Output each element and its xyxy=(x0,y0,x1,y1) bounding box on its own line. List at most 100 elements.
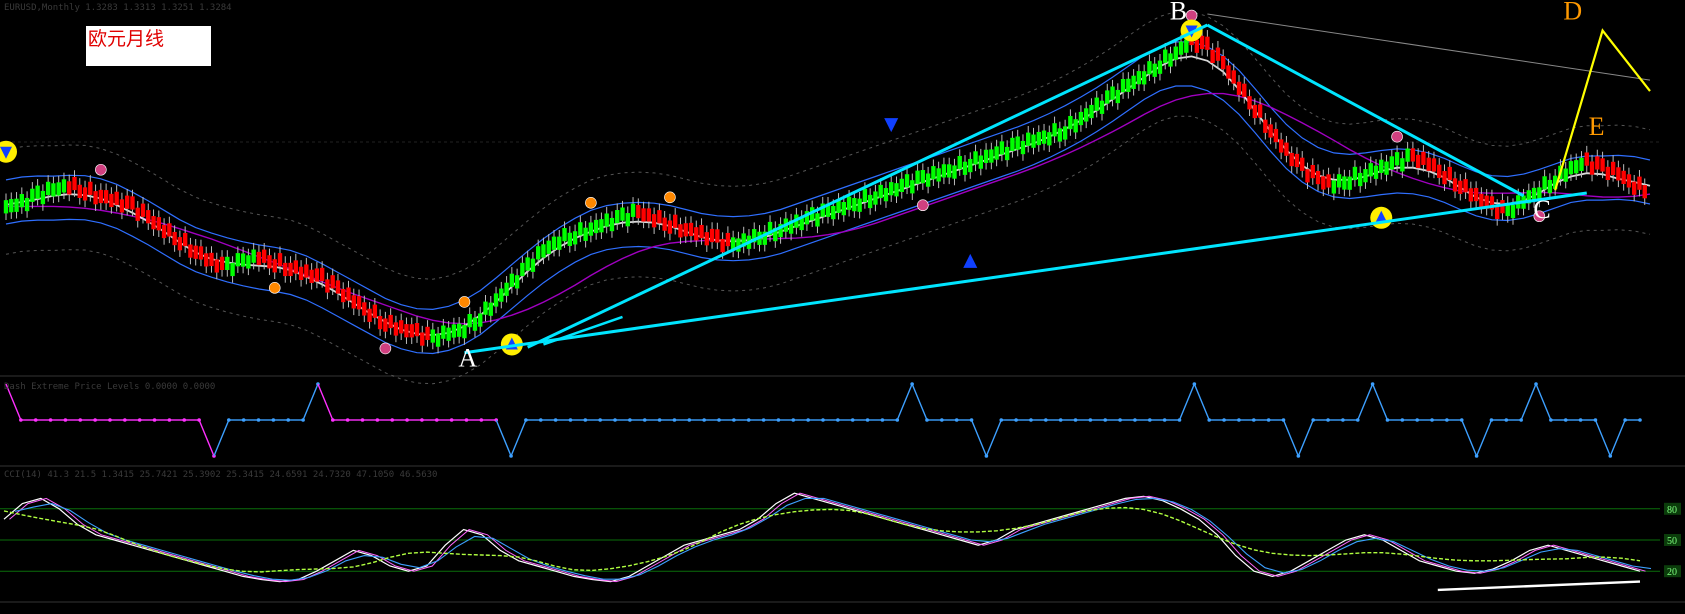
bull-candle xyxy=(1574,160,1579,174)
bear-candle xyxy=(1595,156,1600,170)
bull-candle xyxy=(1568,161,1574,175)
bear-candle xyxy=(414,323,420,337)
bear-candle xyxy=(1326,174,1331,188)
bear-candle xyxy=(351,295,356,309)
bull-candle xyxy=(630,203,636,217)
bull-candle xyxy=(40,190,46,205)
bear-candle xyxy=(704,232,710,246)
bull-candle xyxy=(1579,157,1584,171)
bull-candle xyxy=(862,188,868,203)
bull-candle xyxy=(472,317,478,331)
bull-candle xyxy=(251,249,256,263)
bull-candle xyxy=(504,282,509,296)
bull-candle xyxy=(609,217,615,232)
bear-candle xyxy=(1294,153,1300,168)
bear-candle xyxy=(709,228,715,243)
bull-candle xyxy=(1026,132,1031,146)
bear-candle xyxy=(678,224,683,238)
bear-candle xyxy=(683,223,688,237)
bear-candle xyxy=(662,217,667,231)
bull-candle xyxy=(546,240,551,254)
bull-candle xyxy=(1542,176,1547,190)
bear-candle xyxy=(657,210,662,224)
bear-candle xyxy=(1310,164,1315,179)
bear-candle xyxy=(420,332,425,346)
bear-candle xyxy=(304,264,309,278)
bull-candle xyxy=(910,180,915,194)
price-legend: EURUSD,Monthly 1.3283 1.3313 1.3251 1.32… xyxy=(4,3,232,13)
bull-candle xyxy=(1352,166,1358,181)
bull-candle xyxy=(1384,161,1389,175)
bear-candle xyxy=(672,214,678,228)
bear-candle xyxy=(1452,178,1458,192)
bull-candle xyxy=(1563,168,1568,182)
bull-candle xyxy=(1036,131,1041,146)
bull-candle xyxy=(999,141,1005,155)
bear-candle xyxy=(1458,180,1463,194)
bull-candle xyxy=(599,219,604,233)
indicator2-legend: CCI(14) 41.3 21.5 1.3415 25.7421 25.3902… xyxy=(4,470,438,480)
bear-candle xyxy=(1226,65,1231,79)
bear-candle xyxy=(335,280,341,294)
osc-tick-label: 80 xyxy=(1667,505,1677,516)
bear-candle xyxy=(283,262,288,277)
bear-candle xyxy=(646,208,652,222)
wave-label-a: A xyxy=(458,343,477,372)
bear-candle xyxy=(1415,154,1421,169)
bear-candle xyxy=(1626,174,1632,188)
bear-candle xyxy=(1252,104,1258,119)
bear-candle xyxy=(1321,176,1326,190)
bear-candle xyxy=(1268,124,1273,138)
bear-candle xyxy=(130,196,135,210)
bull-candle xyxy=(920,170,926,184)
bull-candle xyxy=(873,191,878,205)
price-axis xyxy=(1660,10,1685,370)
bull-candle xyxy=(541,244,546,258)
bear-candle xyxy=(172,231,177,246)
bear-candle xyxy=(409,324,414,338)
bull-candle xyxy=(878,184,883,199)
bull-candle xyxy=(567,232,573,246)
bull-candle xyxy=(883,188,889,202)
bull-candle xyxy=(483,301,488,315)
wave-label-d: D xyxy=(1563,0,1582,26)
bull-candle xyxy=(1331,180,1337,194)
bull-candle xyxy=(904,174,910,188)
bull-candle xyxy=(19,194,25,208)
bull-candle xyxy=(35,185,40,199)
bull-candle xyxy=(1152,63,1157,77)
bear-candle xyxy=(77,184,82,198)
bull-candle xyxy=(3,200,9,214)
bear-candle xyxy=(1236,81,1242,95)
bull-candle xyxy=(535,246,541,260)
bear-candle xyxy=(636,205,641,219)
bear-candle xyxy=(325,279,330,293)
bear-candle xyxy=(188,244,193,258)
bull-candle xyxy=(530,258,536,272)
bear-candle xyxy=(98,189,104,204)
fractal-marker xyxy=(268,282,281,294)
bull-candle xyxy=(593,219,599,234)
wave-label-c: C xyxy=(1533,195,1550,224)
fractal-marker xyxy=(379,342,392,355)
bear-candle xyxy=(261,249,267,263)
bull-candle xyxy=(899,178,904,192)
bear-candle xyxy=(1315,170,1321,185)
bear-candle xyxy=(1231,70,1236,84)
fractal-marker xyxy=(1185,9,1198,22)
bull-candle xyxy=(1031,134,1036,148)
bull-candle xyxy=(957,155,962,170)
bear-candle xyxy=(167,223,172,237)
bull-candle xyxy=(1052,123,1057,137)
bull-candle xyxy=(1400,158,1405,172)
bear-candle xyxy=(103,190,109,204)
bear-candle xyxy=(135,207,140,221)
bear-candle xyxy=(182,232,188,247)
bear-candle xyxy=(1205,36,1210,50)
bear-candle xyxy=(388,314,393,329)
bear-candle xyxy=(219,256,225,270)
chart-canvas[interactable]: 80 50 20 A B C D E xyxy=(0,0,1685,609)
bull-candle xyxy=(1547,179,1553,194)
bear-candle xyxy=(1199,35,1205,50)
fractal-marker xyxy=(95,163,107,176)
